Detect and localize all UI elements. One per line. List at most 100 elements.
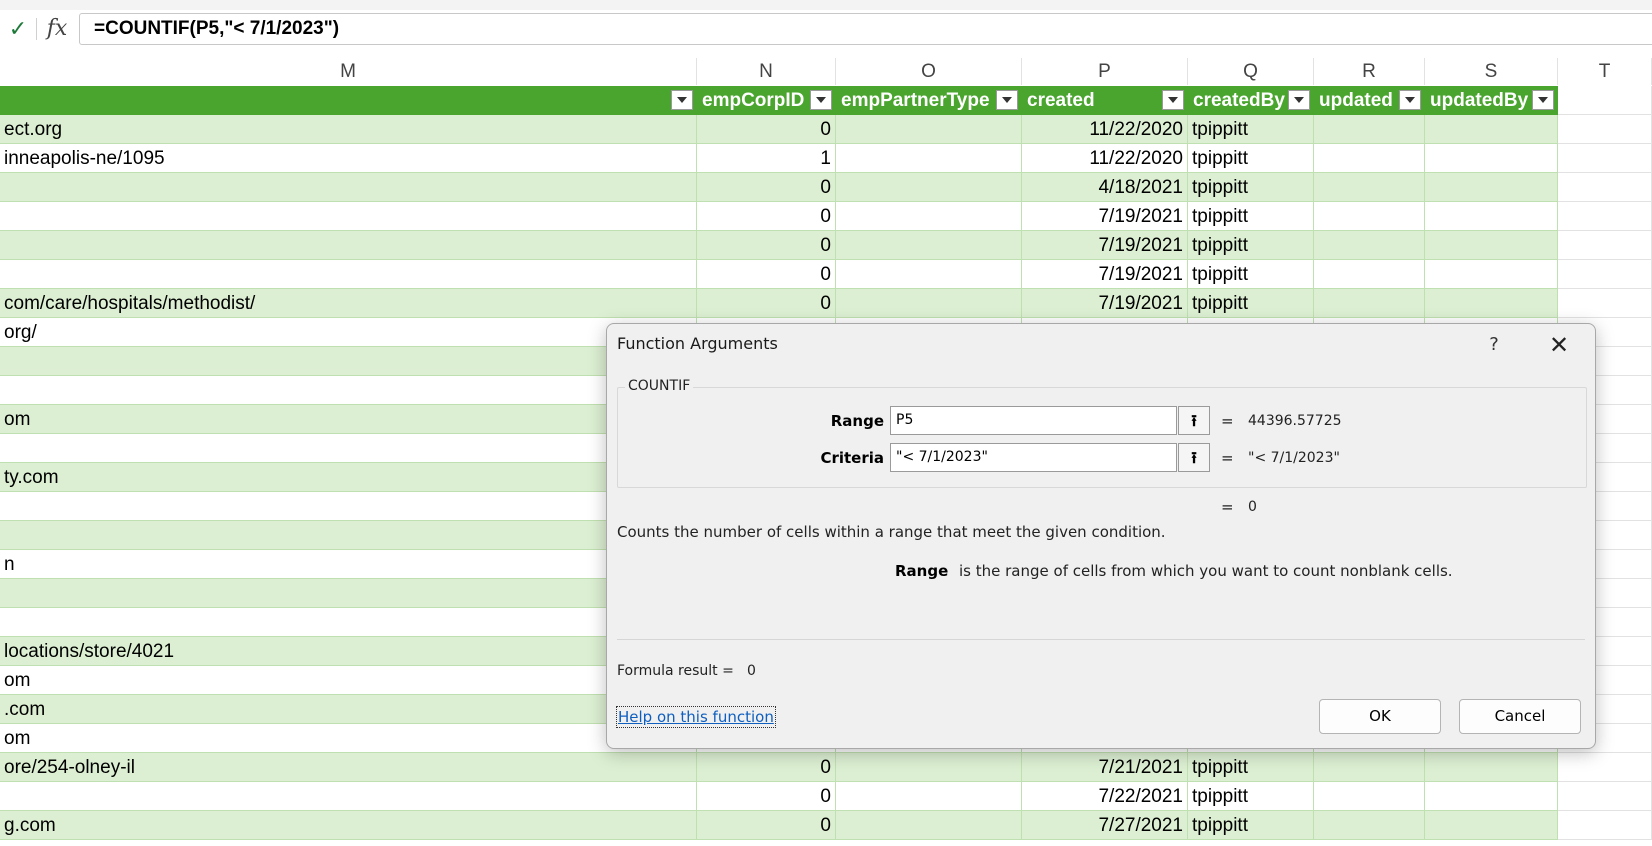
cell-m[interactable] [0, 347, 697, 376]
cell-o[interactable] [836, 753, 1022, 782]
cell-p[interactable]: 7/22/2021 [1022, 782, 1188, 811]
cell-t[interactable] [1558, 289, 1652, 318]
cell-m[interactable] [0, 521, 697, 550]
cell-m[interactable] [0, 434, 697, 463]
cell-m[interactable] [0, 260, 697, 289]
cell-n[interactable]: 0 [697, 811, 836, 840]
filter-dropdown-icon[interactable] [810, 90, 832, 110]
cell-q[interactable]: tpippitt [1188, 260, 1314, 289]
close-button[interactable]: ✕ [1539, 328, 1579, 362]
cell-s[interactable] [1425, 202, 1558, 231]
cell-s[interactable] [1425, 144, 1558, 173]
cell-m[interactable] [0, 782, 697, 811]
cell-m[interactable]: g.com [0, 811, 697, 840]
cell-n[interactable]: 0 [697, 289, 836, 318]
table-header-cell-s[interactable]: updatedBy [1425, 86, 1558, 115]
table-header-cell-q[interactable]: createdBy [1188, 86, 1314, 115]
collapse-range-button[interactable]: ⭱ [1178, 406, 1210, 435]
cell-r[interactable] [1314, 202, 1425, 231]
cell-q[interactable]: tpippitt [1188, 289, 1314, 318]
cell-q[interactable]: tpippitt [1188, 782, 1314, 811]
cell-p[interactable]: 11/22/2020 [1022, 115, 1188, 144]
cell-m[interactable]: ect.org [0, 115, 697, 144]
cell-s[interactable] [1425, 289, 1558, 318]
cell-s[interactable] [1425, 173, 1558, 202]
cell-m[interactable] [0, 579, 697, 608]
filter-dropdown-icon[interactable] [1162, 90, 1184, 110]
cell-o[interactable] [836, 289, 1022, 318]
cell-t[interactable] [1558, 231, 1652, 260]
table-header-cell-p[interactable]: created [1022, 86, 1188, 115]
cell-q[interactable]: tpippitt [1188, 231, 1314, 260]
cell-o[interactable] [836, 231, 1022, 260]
help-on-function-link[interactable]: Help on this function [616, 706, 776, 728]
cell-m[interactable]: com/care/hospitals/methodist/ [0, 289, 697, 318]
cancel-button[interactable]: Cancel [1459, 699, 1581, 734]
cell-t[interactable] [1558, 173, 1652, 202]
insert-function-icon[interactable]: fx [42, 14, 72, 44]
table-header-cell-m[interactable] [0, 86, 697, 115]
column-header-m[interactable]: M [0, 58, 697, 85]
cell-o[interactable] [836, 173, 1022, 202]
check-icon[interactable]: ✓ [4, 16, 32, 42]
cell-m[interactable] [0, 492, 697, 521]
ok-button[interactable]: OK [1319, 699, 1441, 734]
cell-n[interactable]: 0 [697, 753, 836, 782]
cell-o[interactable] [836, 202, 1022, 231]
cell-p[interactable]: 7/19/2021 [1022, 202, 1188, 231]
column-header-q[interactable]: Q [1188, 58, 1314, 85]
cell-m[interactable] [0, 202, 697, 231]
cell-r[interactable] [1314, 753, 1425, 782]
cell[interactable] [1558, 86, 1652, 115]
cell-o[interactable] [836, 115, 1022, 144]
cell-m[interactable]: .com [0, 695, 697, 724]
cell-q[interactable]: tpippitt [1188, 811, 1314, 840]
cell-m[interactable]: om [0, 724, 697, 753]
column-header-t[interactable]: T [1558, 58, 1652, 85]
cell-r[interactable] [1314, 782, 1425, 811]
cell-m[interactable]: om [0, 405, 697, 434]
cell-q[interactable]: tpippitt [1188, 144, 1314, 173]
cell-q[interactable]: tpippitt [1188, 753, 1314, 782]
cell-q[interactable]: tpippitt [1188, 115, 1314, 144]
cell-m[interactable]: n [0, 550, 697, 579]
cell-m[interactable] [0, 376, 697, 405]
cell-s[interactable] [1425, 260, 1558, 289]
filter-dropdown-icon[interactable] [1399, 90, 1421, 110]
cell-n[interactable]: 0 [697, 260, 836, 289]
cell-m[interactable] [0, 231, 697, 260]
cell-p[interactable]: 7/19/2021 [1022, 231, 1188, 260]
cell-t[interactable] [1558, 782, 1652, 811]
cell-r[interactable] [1314, 144, 1425, 173]
filter-dropdown-icon[interactable] [671, 90, 693, 110]
cell-p[interactable]: 7/19/2021 [1022, 260, 1188, 289]
cell-n[interactable]: 0 [697, 202, 836, 231]
cell-r[interactable] [1314, 811, 1425, 840]
help-button[interactable]: ? [1477, 328, 1511, 362]
column-header-o[interactable]: O [836, 58, 1022, 85]
cell-s[interactable] [1425, 115, 1558, 144]
cell-t[interactable] [1558, 260, 1652, 289]
cell-t[interactable] [1558, 144, 1652, 173]
cell-n[interactable]: 1 [697, 144, 836, 173]
cell-r[interactable] [1314, 115, 1425, 144]
cell-p[interactable]: 7/27/2021 [1022, 811, 1188, 840]
cell-t[interactable] [1558, 202, 1652, 231]
cell-p[interactable]: 7/21/2021 [1022, 753, 1188, 782]
table-header-cell-o[interactable]: empPartnerType [836, 86, 1022, 115]
cell-m[interactable] [0, 173, 697, 202]
cell-m[interactable]: org/ [0, 318, 697, 347]
cell-n[interactable]: 0 [697, 173, 836, 202]
cell-t[interactable] [1558, 753, 1652, 782]
column-header-r[interactable]: R [1314, 58, 1425, 85]
column-header-s[interactable]: S [1425, 58, 1558, 85]
cell-p[interactable]: 4/18/2021 [1022, 173, 1188, 202]
filter-dropdown-icon[interactable] [1532, 90, 1554, 110]
formula-input[interactable]: =COUNTIF(P5,"< 7/1/2023") [79, 13, 1652, 45]
cell-m[interactable]: locations/store/4021 [0, 637, 697, 666]
cell-s[interactable] [1425, 753, 1558, 782]
cell-n[interactable]: 0 [697, 115, 836, 144]
cell-o[interactable] [836, 144, 1022, 173]
filter-dropdown-icon[interactable] [996, 90, 1018, 110]
cell-m[interactable]: ty.com [0, 463, 697, 492]
